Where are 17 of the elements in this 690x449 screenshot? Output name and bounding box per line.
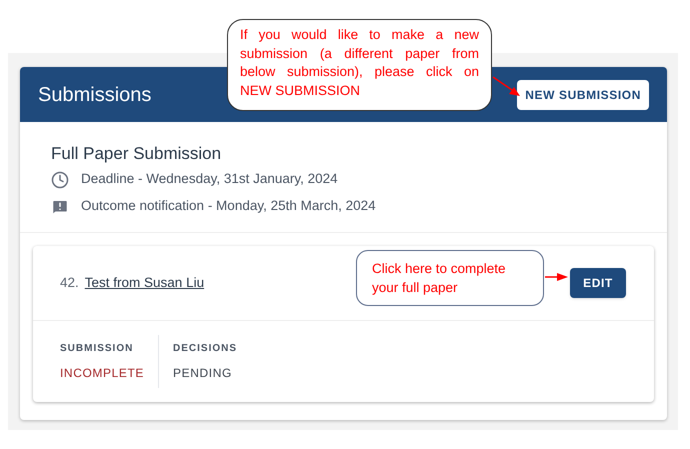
date-text: Deadline - Wednesday, 31st January, 2024 [81, 170, 338, 188]
callout-arrow [545, 272, 568, 282]
callout-arrow [492, 76, 522, 98]
date-text: Outcome notification - Monday, 25th March, 2024 [81, 197, 376, 216]
clock-icon [51, 170, 69, 188]
submission-title-link[interactable]: Test from Susan Liu [84, 272, 204, 294]
callout-text: If you would like to make a new submission (a different paper from below submission), please click on NEW SUBMISSION [240, 26, 479, 100]
edit-button[interactable]: EDIT [570, 268, 626, 298]
new-submission-button[interactable]: NEW SUBMISSION [517, 80, 649, 110]
submission-number: 42. [60, 274, 79, 292]
stat-label: SUBMISSION [60, 342, 134, 356]
stat-value: INCOMPLETE [60, 365, 144, 382]
card-title: Submissions [38, 82, 152, 108]
stat-value: PENDING [173, 365, 233, 382]
callout-text: Click here to complete your full paper [372, 260, 507, 297]
section-title: Full Paper Submission [51, 143, 222, 165]
stat-label: DECISIONS [173, 342, 238, 356]
